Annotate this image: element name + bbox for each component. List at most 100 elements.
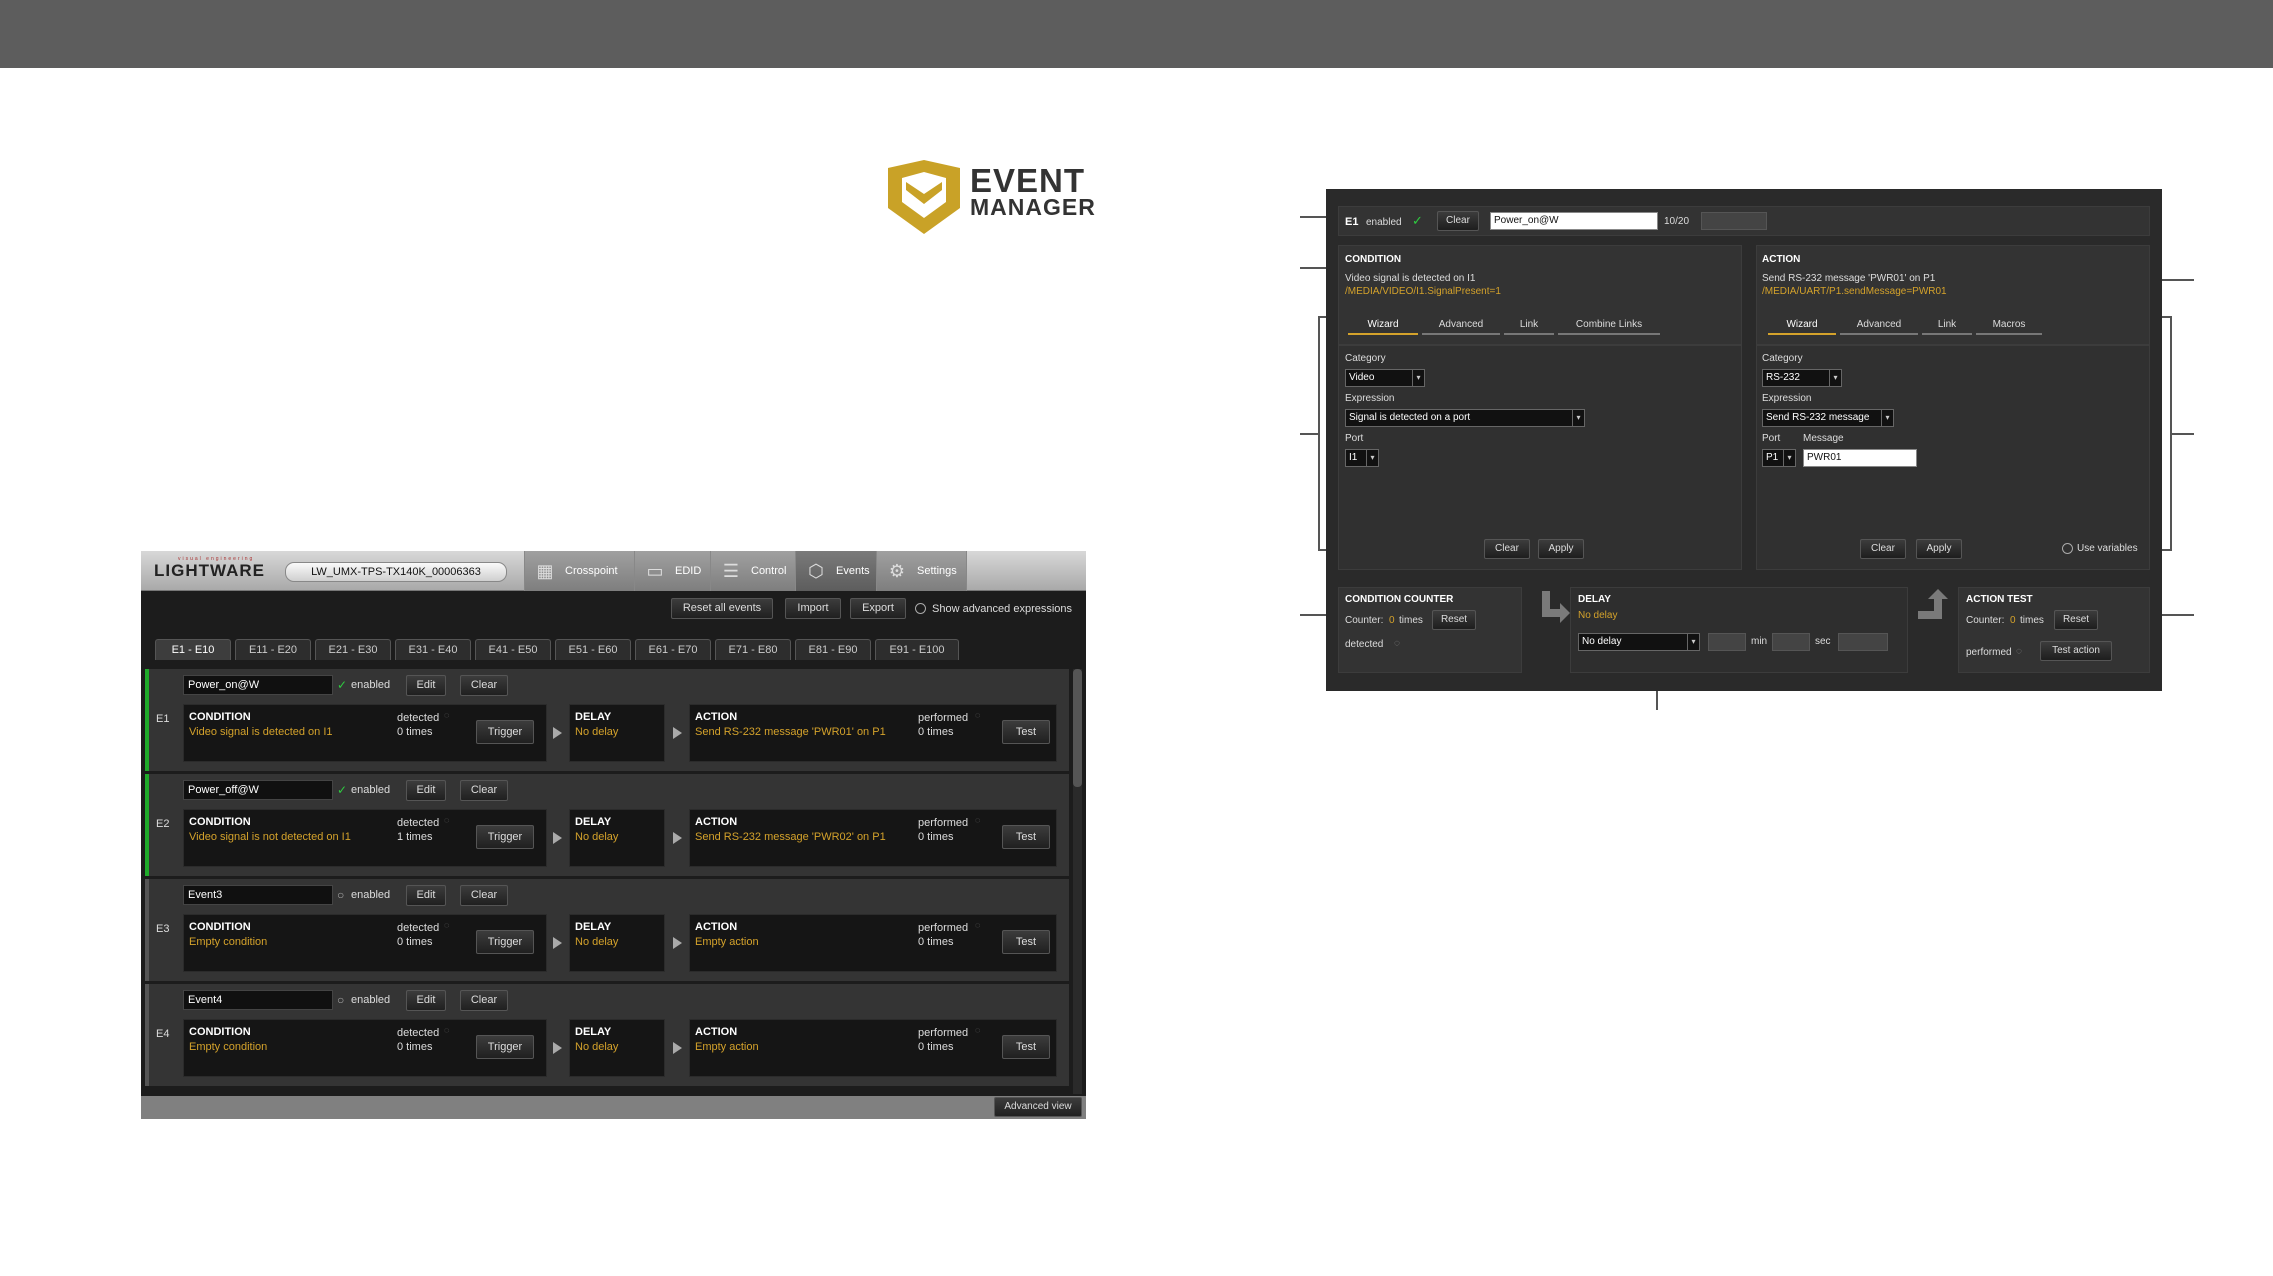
range-tab-2[interactable]: E11 - E20 bbox=[235, 639, 311, 660]
detected-count: 0 times bbox=[397, 936, 433, 948]
delay-box: DELAY No delay bbox=[569, 914, 665, 972]
condition-category-select[interactable]: Video ▾ bbox=[1345, 369, 1425, 387]
edit-button[interactable]: Edit bbox=[406, 780, 446, 801]
tab-edid[interactable]: ▭ EDID bbox=[634, 551, 710, 591]
callout-line-action-wizard bbox=[2172, 433, 2194, 435]
event-clear-button[interactable]: Clear bbox=[1437, 211, 1479, 231]
tab-settings[interactable]: ⚙ Settings bbox=[876, 551, 967, 591]
condition-tab-wizard[interactable]: Wizard bbox=[1348, 316, 1418, 335]
export-button[interactable]: Export bbox=[850, 598, 906, 619]
condition-title: CONDITION bbox=[1345, 254, 1402, 265]
action-message-input[interactable]: PWR01 bbox=[1803, 449, 1917, 467]
event-name-field[interactable]: Event4 bbox=[183, 990, 333, 1010]
event-manager-logo: EVENT MANAGER bbox=[884, 160, 1095, 235]
test-button[interactable]: Test bbox=[1002, 720, 1050, 744]
range-tab-5[interactable]: E41 - E50 bbox=[475, 639, 551, 660]
enabled-check-icon[interactable]: ✓ bbox=[1412, 213, 1423, 229]
event-detail-screenshot: E1 enabled ✓ Clear Power_on@W 10/20 COND… bbox=[1326, 189, 2162, 691]
disabled-check-icon[interactable]: ○ bbox=[337, 888, 344, 902]
tab-crosspoint[interactable]: ▦ Crosspoint bbox=[524, 551, 634, 591]
action-port-select[interactable]: P1 ▾ bbox=[1762, 449, 1796, 467]
action-apply-button[interactable]: Apply bbox=[1916, 539, 1962, 559]
edit-button[interactable]: Edit bbox=[406, 675, 446, 696]
range-tab-10[interactable]: E91 - E100 bbox=[875, 639, 959, 660]
condition-clear-button[interactable]: Clear bbox=[1484, 539, 1530, 559]
range-tab-3[interactable]: E21 - E30 bbox=[315, 639, 391, 660]
clear-button[interactable]: Clear bbox=[460, 885, 508, 906]
range-tab-4[interactable]: E31 - E40 bbox=[395, 639, 471, 660]
brand-logo: LIGHTWARE bbox=[154, 561, 265, 580]
disabled-check-icon[interactable]: ○ bbox=[337, 993, 344, 1007]
test-button[interactable]: Test bbox=[1002, 825, 1050, 849]
enabled-check-icon[interactable]: ✓ bbox=[337, 783, 347, 797]
event-name-field[interactable]: Power_on@W bbox=[183, 675, 333, 695]
tab-control[interactable]: ☰ Control bbox=[710, 551, 795, 591]
delay-box: DELAY No delay bbox=[569, 1019, 665, 1077]
action-message-label: Message bbox=[1803, 433, 1844, 444]
condition-port-select[interactable]: I1 ▾ bbox=[1345, 449, 1379, 467]
condition-tab-advanced[interactable]: Advanced bbox=[1422, 316, 1500, 335]
edit-button[interactable]: Edit bbox=[406, 990, 446, 1011]
enabled-check-icon[interactable]: ✓ bbox=[337, 678, 347, 692]
condition-text: Video signal is not detected on I1 bbox=[189, 831, 351, 843]
action-clear-button[interactable]: Clear bbox=[1860, 539, 1906, 559]
range-tab-8[interactable]: E71 - E80 bbox=[715, 639, 791, 660]
action-text: Send RS-232 message 'PWR01' on P1 bbox=[695, 726, 886, 738]
enabled-label: enabled bbox=[351, 679, 391, 691]
delay-sec-input[interactable] bbox=[1772, 633, 1810, 651]
action-expression-select[interactable]: Send RS-232 message ▾ bbox=[1762, 409, 1894, 427]
test-button[interactable]: Test bbox=[1002, 930, 1050, 954]
advanced-view-button[interactable]: Advanced view bbox=[994, 1097, 1082, 1117]
edit-button[interactable]: Edit bbox=[406, 885, 446, 906]
range-tab-9[interactable]: E81 - E90 bbox=[795, 639, 871, 660]
chevron-down-icon: ▾ bbox=[1687, 634, 1699, 650]
action-tab-advanced[interactable]: Advanced bbox=[1840, 316, 1918, 335]
event-name-input[interactable]: Power_on@W bbox=[1490, 212, 1658, 230]
range-tab-6[interactable]: E51 - E60 bbox=[555, 639, 631, 660]
action-tab-link[interactable]: Link bbox=[1922, 316, 1972, 335]
action-category-select[interactable]: RS-232 ▾ bbox=[1762, 369, 1842, 387]
reset-all-events-button[interactable]: Reset all events bbox=[671, 598, 773, 619]
condition-summary: Video signal is detected on I1 bbox=[1345, 273, 1476, 284]
event-id: E3 bbox=[156, 923, 170, 935]
action-test-title: ACTION TEST bbox=[1966, 594, 2033, 605]
detected-indicator-icon: ◌ bbox=[444, 1025, 450, 1035]
action-tab-wizard[interactable]: Wizard bbox=[1768, 316, 1836, 335]
trigger-button[interactable]: Trigger bbox=[476, 930, 534, 954]
trigger-button[interactable]: Trigger bbox=[476, 720, 534, 744]
events-scrollbar-thumb[interactable] bbox=[1073, 669, 1082, 787]
trigger-button[interactable]: Trigger bbox=[476, 1035, 534, 1059]
condition-apply-button[interactable]: Apply bbox=[1538, 539, 1584, 559]
event-name-field[interactable]: Event3 bbox=[183, 885, 333, 905]
range-tab-7[interactable]: E61 - E70 bbox=[635, 639, 711, 660]
condition-tab-combine-links[interactable]: Combine Links bbox=[1558, 316, 1660, 335]
import-button[interactable]: Import bbox=[785, 598, 841, 619]
action-counter-suffix: times bbox=[2020, 615, 2044, 626]
action-box: ACTION Empty action performed ◌ 0 times Test bbox=[689, 914, 1057, 972]
action-counter-reset-button[interactable]: Reset bbox=[2054, 610, 2098, 630]
test-button[interactable]: Test bbox=[1002, 1035, 1050, 1059]
clear-button[interactable]: Clear bbox=[460, 990, 508, 1011]
clear-button[interactable]: Clear bbox=[460, 675, 508, 696]
test-action-button[interactable]: Test action bbox=[2040, 641, 2112, 661]
condition-expression-select[interactable]: Signal is detected on a port ▾ bbox=[1345, 409, 1585, 427]
delay-min-input[interactable] bbox=[1708, 633, 1746, 651]
condition-port-label: Port bbox=[1345, 433, 1364, 444]
action-tab-macros[interactable]: Macros bbox=[1976, 316, 2042, 335]
event-name-field[interactable]: Power_off@W bbox=[183, 780, 333, 800]
range-tab-1[interactable]: E1 - E10 bbox=[155, 639, 231, 660]
show-advanced-checkbox[interactable] bbox=[915, 603, 926, 614]
chevron-down-icon: ▾ bbox=[1572, 410, 1584, 426]
delay-type-select[interactable]: No delay ▾ bbox=[1578, 633, 1700, 651]
arrow-up-right-icon bbox=[1918, 589, 1948, 619]
tab-events[interactable]: ⬡ Events bbox=[795, 551, 876, 591]
use-variables-checkbox[interactable] bbox=[2062, 543, 2073, 554]
condition-tab-link[interactable]: Link bbox=[1504, 316, 1554, 335]
trigger-button[interactable]: Trigger bbox=[476, 825, 534, 849]
event-id: E4 bbox=[156, 1028, 170, 1040]
performed-indicator-icon: ◌ bbox=[2016, 646, 2022, 657]
action-title: ACTION bbox=[695, 921, 738, 933]
clear-button[interactable]: Clear bbox=[460, 780, 508, 801]
enabled-label: enabled bbox=[1366, 217, 1402, 228]
condition-counter-reset-button[interactable]: Reset bbox=[1432, 610, 1476, 630]
